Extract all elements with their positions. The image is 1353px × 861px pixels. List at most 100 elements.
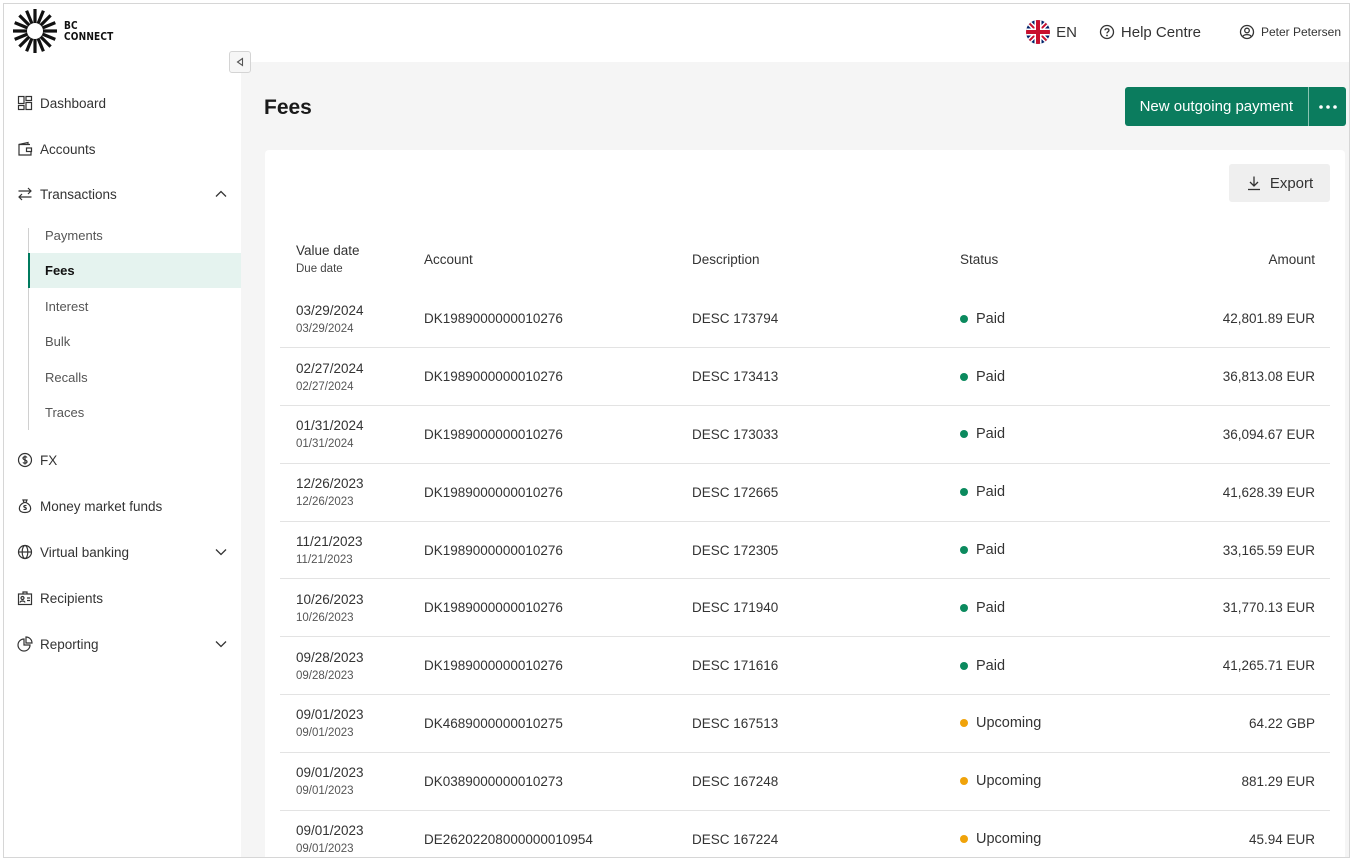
user-menu[interactable]: Peter Petersen [1239, 24, 1341, 40]
account-cell: DK1989000000010276 [424, 578, 692, 637]
more-actions-button[interactable] [1308, 87, 1346, 126]
sidebar-item-label: FX [40, 452, 58, 468]
column-header-value-date[interactable]: Value date Due date [280, 228, 424, 290]
value-date: 12/26/2023 [296, 476, 364, 492]
pie-chart-icon [15, 634, 35, 654]
table-row[interactable]: 02/27/2024 02/27/2024 DK1989000000010276… [280, 347, 1330, 406]
arrows-swap-icon [15, 184, 35, 204]
sidebar-subitem-interest[interactable]: Interest [28, 289, 241, 324]
account-cell: DK1989000000010276 [424, 405, 692, 464]
table-row[interactable]: 10/26/2023 10/26/2023 DK1989000000010276… [280, 578, 1330, 637]
sidebar-item-fx[interactable]: FX [4, 443, 241, 477]
due-date: 11/21/2023 [296, 554, 353, 567]
status-label: Upcoming [976, 831, 1042, 848]
status-badge: Paid [960, 369, 1150, 385]
sidebar-subitem-traces[interactable]: Traces [28, 395, 241, 430]
status-cell: Paid [960, 290, 1150, 348]
column-header-status[interactable]: Status [960, 228, 1150, 290]
status-dot-icon [960, 719, 968, 728]
sidebar-subitem-payments[interactable]: Payments [28, 218, 241, 253]
value-date: 03/29/2024 [296, 302, 364, 318]
top-bar: BC CONNECT EN Help Centre Peter Petersen [4, 4, 1349, 62]
help-centre-link[interactable]: Help Centre [1099, 24, 1201, 41]
sidebar-item-recipients[interactable]: Recipients [4, 581, 241, 615]
table-row[interactable]: 09/01/2023 09/01/2023 DK4689000000010275… [280, 694, 1330, 753]
sidebar-item-reporting[interactable]: Reporting [4, 627, 241, 661]
collapse-sidebar-button[interactable] [229, 51, 251, 73]
due-date: 12/26/2023 [296, 496, 354, 509]
status-badge: Paid [960, 311, 1150, 327]
download-icon [1247, 176, 1260, 191]
value-date: 09/01/2023 [296, 707, 364, 723]
amount-cell: 33,165.59 EUR [1150, 520, 1330, 579]
table-row[interactable]: 11/21/2023 11/21/2023 DK1989000000010276… [280, 520, 1330, 579]
date-cell: 11/21/2023 11/21/2023 [280, 520, 424, 579]
status-badge: Upcoming [960, 773, 1150, 789]
status-cell: Upcoming [960, 809, 1150, 857]
table-row[interactable]: 12/26/2023 12/26/2023 DK1989000000010276… [280, 462, 1330, 522]
account-cell: DK1989000000010276 [424, 347, 692, 406]
status-label: Upcoming [976, 715, 1042, 732]
dashboard-icon [15, 93, 35, 113]
sidebar-item-label: Dashboard [40, 95, 107, 111]
sidebar-item-accounts[interactable]: Accounts [4, 132, 241, 166]
account-cell: DK1989000000010276 [424, 311, 563, 327]
description-cell: DESC 167224 [692, 809, 960, 857]
status-dot-icon [960, 372, 968, 381]
globe-icon [15, 542, 35, 562]
sidebar-item-virtual-banking[interactable]: Virtual banking [4, 535, 241, 569]
status-cell: Paid [960, 347, 1150, 406]
page-title: Fees [264, 96, 312, 119]
sidebar-item-label: Recipients [40, 590, 104, 606]
date-cell: 12/26/2023 12/26/2023 [280, 462, 424, 522]
amount-cell: 41,265.71 EUR [1150, 636, 1330, 695]
description-cell: DESC 171616 [692, 636, 960, 695]
sidebar-item-label: Money market funds [40, 498, 163, 514]
table-row[interactable]: 09/28/2023 09/28/2023 DK1989000000010276… [280, 636, 1330, 695]
export-label: Export [1269, 174, 1314, 192]
account-cell: DK1989000000010276 [424, 462, 692, 522]
status-dot-icon [960, 488, 968, 497]
status-cell: Paid [960, 636, 1150, 695]
value-date: 10/26/2023 [296, 591, 364, 607]
status-cell: Paid [960, 520, 1150, 579]
status-dot-icon [960, 430, 968, 439]
amount-cell: 31,770.13 EUR [1150, 578, 1330, 637]
value-date: 01/31/2024 [296, 418, 364, 434]
table-row[interactable]: 01/31/2024 01/31/2024 DK1989000000010276… [280, 405, 1330, 464]
new-outgoing-payment-button[interactable]: New outgoing payment [1124, 87, 1308, 126]
account-cell: DK1989000000010276 [424, 636, 692, 695]
column-header-account[interactable]: Account [424, 228, 692, 290]
sidebar-item-label: Transactions [40, 186, 117, 202]
table-row[interactable]: 09/01/2023 09/01/2023 DK0389000000010273… [280, 751, 1330, 811]
sidebar-item-label: Reporting [40, 636, 99, 652]
sidebar-item-transactions[interactable]: Transactions [4, 177, 241, 211]
status-badge: Paid [960, 484, 1150, 500]
date-cell: 01/31/2024 01/31/2024 [280, 405, 424, 464]
description-cell: DESC 167513 [692, 694, 960, 753]
status-badge: Paid [960, 542, 1150, 558]
table-row[interactable]: 09/01/2023 09/01/2023 DE2620220800000001… [280, 809, 1330, 857]
sidebar-item-dashboard[interactable]: Dashboard [4, 86, 241, 120]
sidebar-subitem-recalls[interactable]: Recalls [28, 360, 241, 395]
chevron-up-icon [215, 190, 227, 197]
sidebar-subitem-fees[interactable]: Fees [28, 253, 241, 288]
language-selector[interactable]: EN [1026, 20, 1077, 44]
description-cell: DESC 173413 [692, 347, 960, 406]
column-header-description[interactable]: Description [692, 228, 960, 290]
fees-card: Export Value date Due date Account Descr… [265, 150, 1345, 857]
amount-cell: 881.29 EUR [1150, 751, 1330, 811]
status-badge: Upcoming [960, 831, 1150, 847]
dollar-circle-icon [15, 450, 35, 470]
column-header-amount[interactable]: Amount [1150, 228, 1330, 290]
sidebar-subitem-bulk[interactable]: Bulk [28, 324, 241, 359]
brand-logo[interactable]: BC CONNECT [12, 8, 124, 54]
sidebar-item-label: Accounts [40, 141, 96, 157]
amount-cell: 36,094.67 EUR [1150, 405, 1330, 464]
sidebar-item-money-market-funds[interactable]: Money market funds [4, 489, 241, 523]
table-row[interactable]: 03/29/2024 03/29/2024 DK1989000000010276… [280, 290, 1330, 348]
chevron-down-icon [215, 641, 227, 648]
due-date: 03/29/2024 [296, 322, 354, 335]
export-button[interactable]: Export [1229, 164, 1330, 202]
description-cell: DESC 172305 [692, 520, 960, 579]
